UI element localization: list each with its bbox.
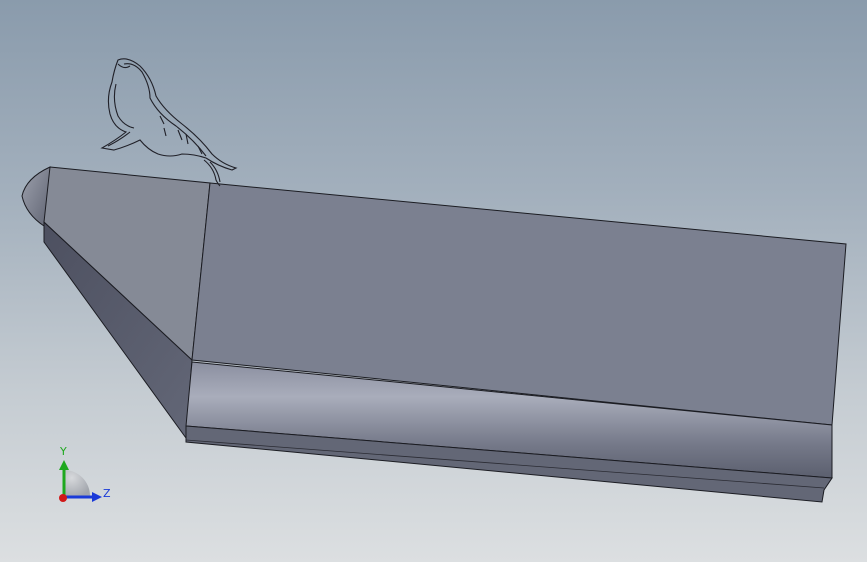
triad-z-label: Z <box>103 487 111 500</box>
triad-z-arrowhead <box>92 492 102 502</box>
graphics-viewport[interactable]: Y Z <box>0 0 867 562</box>
triad-x-axis-dot <box>59 494 67 502</box>
reference-triad[interactable]: Y Z <box>59 445 111 502</box>
seal-sketch-drawing[interactable] <box>100 58 238 187</box>
triad-disk-quadrant <box>64 470 90 496</box>
triad-y-arrowhead <box>59 460 69 470</box>
triad-y-label: Y <box>59 445 67 458</box>
boat-hull-model[interactable] <box>21 166 847 503</box>
